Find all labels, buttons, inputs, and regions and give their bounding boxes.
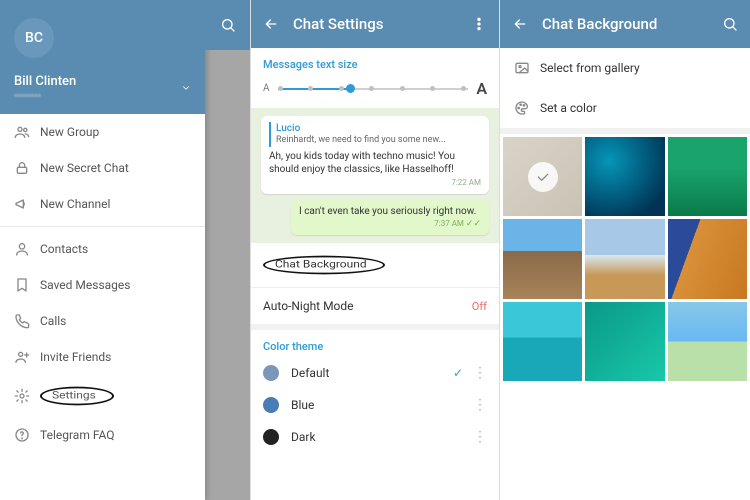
menu-group-1: New Group New Secret Chat New Channel: [0, 114, 205, 222]
select-from-gallery[interactable]: Select from gallery: [500, 48, 750, 88]
image-icon: [514, 60, 530, 76]
add-user-icon: [14, 349, 30, 365]
option-label: Select from gallery: [540, 61, 640, 75]
theme-default[interactable]: Default ✓ ⋮: [251, 357, 499, 389]
outgoing-text: I can't even take you seriously right no…: [299, 206, 481, 217]
page-title: Chat Background: [542, 15, 722, 33]
bg-thumb[interactable]: [668, 219, 747, 298]
menu-label: New Group: [40, 125, 99, 139]
drawer-panel: BC Bill Clinten •••••••• New Group New S…: [0, 0, 250, 500]
chat-settings-topbar: Chat Settings: [251, 0, 499, 48]
user-icon: [14, 241, 30, 257]
phone-blurred: ••••••••: [14, 91, 76, 102]
phone-icon: [14, 313, 30, 329]
setting-value: Off: [472, 300, 487, 313]
bg-thumb[interactable]: [585, 302, 664, 381]
incoming-text: Ah, you kids today with techno music! Yo…: [269, 150, 481, 176]
chevron-down-icon[interactable]: [181, 83, 191, 93]
palette-icon: [514, 100, 530, 116]
small-a-icon: A: [263, 83, 270, 94]
menu-label: Telegram FAQ: [40, 428, 114, 442]
avatar[interactable]: BC: [14, 18, 54, 58]
menu-label: Contacts: [40, 242, 88, 256]
chat-settings-panel: Chat Settings Messages text size A A Luc…: [250, 0, 500, 500]
reply-text: Reinhardt, we need to find you some new.…: [276, 135, 481, 147]
bg-thumb[interactable]: [668, 302, 747, 381]
menu-group-2: Contacts Saved Messages Calls Invite Fri…: [0, 231, 205, 453]
text-size-slider[interactable]: A A: [251, 75, 499, 108]
menu-settings[interactable]: Settings: [0, 375, 205, 417]
menu-label: New Secret Chat: [40, 161, 129, 175]
megaphone-icon: [14, 196, 30, 212]
search-icon[interactable]: [205, 0, 250, 50]
bg-thumb[interactable]: [668, 137, 747, 216]
menu-new-group[interactable]: New Group: [0, 114, 205, 150]
theme-more-icon[interactable]: ⋮: [473, 397, 487, 413]
setting-label: Auto-Night Mode: [263, 299, 354, 313]
back-icon[interactable]: [512, 16, 528, 32]
theme-name: Blue: [291, 398, 314, 412]
chat-background-row[interactable]: Chat Background: [251, 243, 499, 287]
bg-thumb[interactable]: [503, 302, 582, 381]
menu-label: Invite Friends: [40, 350, 111, 364]
bg-thumb-selected[interactable]: [503, 137, 582, 216]
bookmark-icon: [14, 277, 30, 293]
auto-night-row[interactable]: Auto-Night Mode Off: [251, 287, 499, 324]
menu-saved-messages[interactable]: Saved Messages: [0, 267, 205, 303]
outgoing-bubble: I can't even take you seriously right no…: [291, 200, 489, 235]
bg-thumb[interactable]: [585, 219, 664, 298]
large-a-icon: A: [476, 79, 487, 98]
group-icon: [14, 124, 30, 140]
bg-thumb[interactable]: [503, 219, 582, 298]
chat-background-topbar: Chat Background: [500, 0, 750, 48]
menu-label: Settings: [52, 389, 96, 401]
highlight-circle: Settings: [40, 387, 114, 406]
help-icon: [14, 427, 30, 443]
check-icon: [535, 169, 551, 185]
chat-background-panel: Chat Background Select from gallery Set …: [500, 0, 750, 500]
more-icon[interactable]: [471, 16, 487, 32]
menu-contacts[interactable]: Contacts: [0, 231, 205, 267]
theme-blue[interactable]: Blue ⋮: [251, 389, 499, 421]
profile-header: BC Bill Clinten ••••••••: [0, 0, 205, 114]
navigation-drawer: BC Bill Clinten •••••••• New Group New S…: [0, 0, 205, 500]
text-size-label: Messages text size: [251, 48, 499, 75]
page-title: Chat Settings: [293, 15, 471, 33]
menu-telegram-faq[interactable]: Telegram FAQ: [0, 417, 205, 453]
read-checks-icon: ✓✓: [466, 219, 481, 229]
incoming-bubble: Lucio Reinhardt, we need to find you som…: [261, 116, 489, 194]
theme-dark[interactable]: Dark ⋮: [251, 421, 499, 453]
scrim[interactable]: [205, 0, 250, 500]
menu-new-secret-chat[interactable]: New Secret Chat: [0, 150, 205, 186]
color-theme-label: Color theme: [251, 330, 499, 357]
selected-overlay: [503, 137, 582, 216]
highlight-circle: Chat Background: [263, 256, 385, 275]
set-a-color[interactable]: Set a color: [500, 88, 750, 128]
outgoing-time: 7:37 AM✓✓: [299, 219, 481, 229]
theme-more-icon[interactable]: ⋮: [473, 429, 487, 445]
menu-calls[interactable]: Calls: [0, 303, 205, 339]
menu-label: Saved Messages: [40, 278, 130, 292]
back-icon[interactable]: [263, 16, 279, 32]
background-grid: [500, 134, 750, 384]
username: Bill Clinten: [14, 74, 76, 89]
gear-icon: [14, 388, 30, 404]
divider: [0, 226, 205, 227]
check-icon: ✓: [453, 366, 463, 380]
search-icon[interactable]: [722, 16, 738, 32]
menu-label: Calls: [40, 314, 66, 328]
menu-invite-friends[interactable]: Invite Friends: [0, 339, 205, 375]
incoming-time: 7:22 AM: [269, 178, 481, 188]
lock-icon: [14, 160, 30, 176]
chat-preview: Lucio Reinhardt, we need to find you som…: [251, 108, 499, 243]
theme-name: Default: [291, 366, 329, 380]
option-label: Set a color: [540, 101, 597, 115]
theme-name: Dark: [291, 430, 316, 444]
menu-new-channel[interactable]: New Channel: [0, 186, 205, 222]
reply-name: Lucio: [276, 122, 481, 135]
bg-thumb[interactable]: [585, 137, 664, 216]
theme-more-icon[interactable]: ⋮: [473, 365, 487, 381]
menu-label: New Channel: [40, 197, 110, 211]
